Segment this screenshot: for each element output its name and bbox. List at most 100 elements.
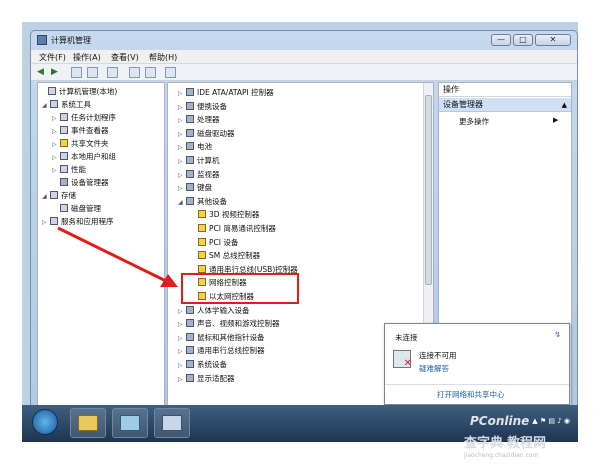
expand-arrow-icon[interactable]: ▷ xyxy=(178,306,186,318)
device-category-icon xyxy=(186,128,194,137)
expand-arrow-icon[interactable]: ▷ xyxy=(178,102,186,114)
actions-device-manager[interactable]: 设备管理器 ▲ xyxy=(439,98,571,112)
device-category-row[interactable]: ▷ 监视器 xyxy=(178,169,220,181)
minimize-button[interactable]: — xyxy=(491,34,511,46)
device-category-row[interactable]: ▷ 计算机 xyxy=(178,155,220,167)
troubleshoot-link[interactable]: 疑难解答 xyxy=(419,363,449,374)
menu-help[interactable]: 帮助(H) xyxy=(149,52,177,63)
actions-header: 操作 xyxy=(439,83,571,97)
system-tray[interactable]: ▲ ⚑ ▤ ♪ ◉ xyxy=(532,417,570,425)
action-pane-icon[interactable] xyxy=(145,67,156,78)
start-button[interactable] xyxy=(32,409,58,435)
device-category-icon xyxy=(186,101,194,110)
url-watermark: jiaocheng.chazidian.com xyxy=(464,452,539,459)
device-category-row[interactable]: ▷ 声音、视频和游戏控制器 xyxy=(178,318,280,330)
tree-item-disk-management[interactable]: 磁盘管理 xyxy=(52,203,101,215)
expand-arrow-icon[interactable]: ▷ xyxy=(178,360,186,372)
expand-arrow-icon[interactable]: ▷ xyxy=(178,346,186,358)
pconline-watermark: PConline xyxy=(470,414,530,428)
warning-device-icon xyxy=(198,237,206,246)
tree-item-system-tools[interactable]: ◢ 系统工具 xyxy=(42,99,91,111)
network-popup: 未连接 ↯ ✕ 连接不可用 疑难解答 打开网络和共享中心 xyxy=(384,323,570,405)
tree-item-shared-folders[interactable]: ▷ 共享文件夹 xyxy=(52,138,109,150)
device-category-row[interactable]: ▷ 鼠标和其他指针设备 xyxy=(178,332,265,344)
menu-file[interactable]: 文件(F) xyxy=(39,52,66,63)
up-folder-icon[interactable] xyxy=(71,67,82,78)
disk-icon xyxy=(60,204,68,212)
device-category-row[interactable]: ▷ IDE ATA/ATAPI 控制器 xyxy=(178,87,274,99)
properties-icon[interactable] xyxy=(107,67,118,78)
users-icon xyxy=(60,152,68,160)
submenu-arrow-icon: ▶ xyxy=(553,116,559,124)
tree-item-services-apps[interactable]: ▷ 服务和应用程序 xyxy=(42,216,114,228)
device-category-icon xyxy=(186,305,194,314)
tree-item-computer-management[interactable]: 计算机管理(本地) xyxy=(40,86,117,98)
show-tree-icon[interactable] xyxy=(87,67,98,78)
device-category-row[interactable]: ▷ 磁盘驱动器 xyxy=(178,128,235,140)
menu-action[interactable]: 操作(A) xyxy=(73,52,101,63)
device-category-row[interactable]: PCI 设备 xyxy=(190,237,238,249)
device-category-icon xyxy=(186,346,194,355)
device-category-icon xyxy=(186,156,194,164)
device-category-icon xyxy=(186,196,194,205)
warning-device-icon xyxy=(198,251,206,260)
more-actions-link[interactable]: 更多操作 ▶ xyxy=(459,116,558,127)
tree-item-local-users[interactable]: ▷ 本地用户和组 xyxy=(52,151,116,163)
taskbar-computer-management-button[interactable] xyxy=(154,408,190,438)
device-category-row[interactable]: SM 总线控制器 xyxy=(190,250,260,262)
warning-device-icon xyxy=(198,224,206,232)
expand-arrow-icon[interactable]: ▷ xyxy=(178,333,186,345)
close-button[interactable]: ✕ xyxy=(535,34,571,46)
device-category-icon xyxy=(186,115,194,124)
tree-item-event-viewer[interactable]: ▷ 事件查看器 xyxy=(52,125,109,137)
tree-item-performance[interactable]: ▷ 性能 xyxy=(52,164,86,176)
expand-arrow-icon[interactable]: ▷ xyxy=(178,115,186,127)
device-category-row[interactable]: ▷ 键盘 xyxy=(178,182,212,194)
popup-divider xyxy=(385,384,569,385)
expand-arrow-icon[interactable]: ▷ xyxy=(178,156,186,168)
device-category-row[interactable]: ▷ 显示适配器 xyxy=(178,373,235,385)
title-bar[interactable]: 计算机管理 — □ ✕ xyxy=(31,31,577,49)
forward-arrow-icon[interactable]: ▶ xyxy=(51,67,62,78)
expand-arrow-icon[interactable]: ▷ xyxy=(178,319,186,331)
device-category-row[interactable]: PCI 简易通讯控制器 xyxy=(190,223,276,235)
taskbar-explorer-button[interactable] xyxy=(70,408,106,438)
device-category-row[interactable]: ▷ 电池 xyxy=(178,141,212,153)
maximize-button[interactable]: □ xyxy=(513,34,533,46)
network-refresh-icon[interactable]: ↯ xyxy=(554,330,561,339)
window-title: 计算机管理 xyxy=(51,36,91,45)
clock-icon xyxy=(60,113,68,121)
connection-status: 连接不可用 xyxy=(419,351,457,360)
expand-arrow-icon[interactable]: ◢ xyxy=(178,197,186,209)
device-category-row[interactable]: ◢ 其他设备 xyxy=(178,196,227,208)
expand-arrow-icon[interactable]: ▷ xyxy=(178,170,186,182)
scrollbar-thumb[interactable] xyxy=(425,95,432,285)
device-category-row[interactable]: ▷ 便携设备 xyxy=(178,101,227,113)
device-category-row[interactable]: 3D 视频控制器 xyxy=(190,209,259,221)
device-category-row[interactable]: ▷ 人体学输入设备 xyxy=(178,305,250,317)
help-icon[interactable] xyxy=(129,67,140,78)
menu-view[interactable]: 查看(V) xyxy=(111,52,139,63)
expand-arrow-icon[interactable]: ▷ xyxy=(178,374,186,386)
device-category-icon xyxy=(186,183,194,192)
expand-arrow-icon[interactable]: ▷ xyxy=(178,183,186,195)
expand-arrow-icon[interactable]: ▷ xyxy=(178,142,186,154)
open-network-center-link[interactable]: 打开网络和共享中心 xyxy=(437,389,505,400)
tree-item-storage[interactable]: ◢ 存储 xyxy=(42,190,76,202)
collapse-triangle-icon[interactable]: ▲ xyxy=(562,98,567,112)
device-category-row[interactable]: ▷ 处理器 xyxy=(178,114,220,126)
highlight-box xyxy=(181,273,299,304)
device-manager-icon xyxy=(60,178,68,186)
tree-item-device-manager[interactable]: 设备管理器 xyxy=(52,177,109,189)
device-category-row[interactable]: ▷ 通用串行总线控制器 xyxy=(178,345,265,357)
taskbar-media-button[interactable] xyxy=(112,408,148,438)
performance-icon xyxy=(60,165,68,173)
expand-arrow-icon[interactable]: ▷ xyxy=(178,129,186,141)
shared-folder-icon xyxy=(60,139,68,147)
device-category-row[interactable]: ▷ 系统设备 xyxy=(178,359,227,371)
scan-hardware-icon[interactable] xyxy=(165,67,176,78)
back-arrow-icon[interactable]: ◀ xyxy=(37,67,48,78)
computer-management-icon xyxy=(37,35,47,45)
expand-arrow-icon[interactable]: ▷ xyxy=(178,88,186,100)
tree-item-task-scheduler[interactable]: ▷ 任务计划程序 xyxy=(52,112,116,124)
